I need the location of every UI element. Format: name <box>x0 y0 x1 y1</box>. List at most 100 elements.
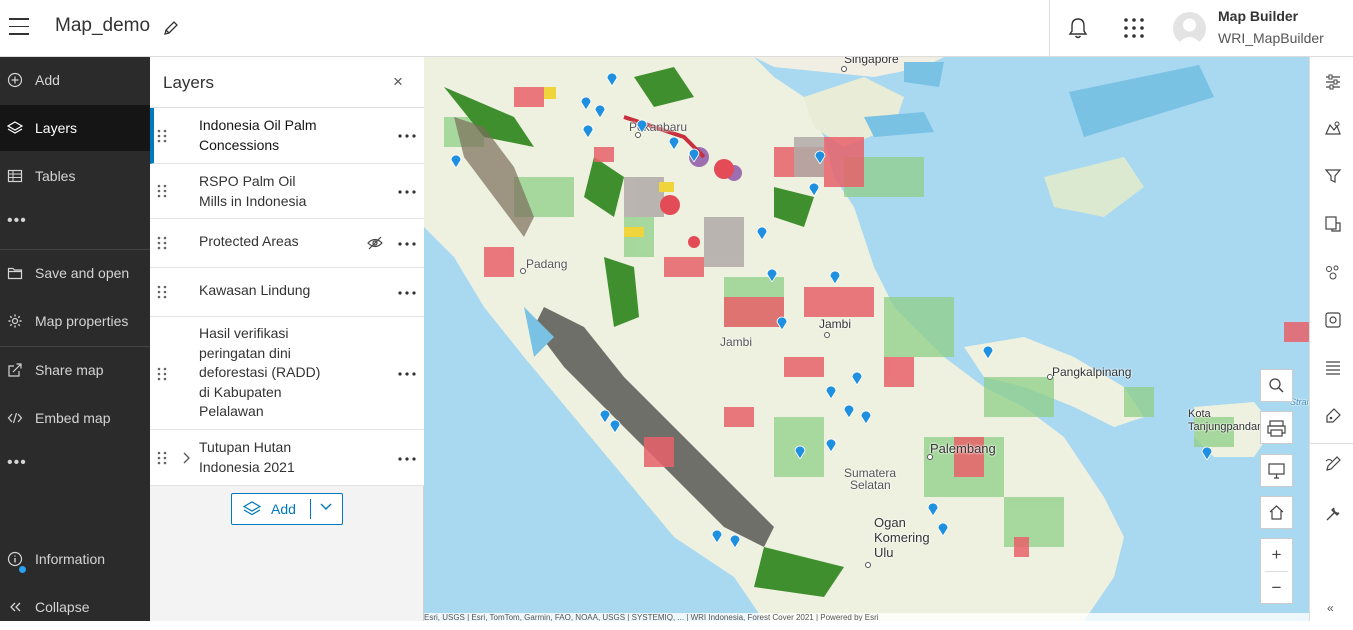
layer-row[interactable]: Indonesia Oil Palm Concessions <box>150 108 424 164</box>
chevron-down-icon[interactable] <box>320 503 332 511</box>
map-pin-icon[interactable] <box>711 528 723 543</box>
collapse-toolbar-button[interactable]: « <box>1327 601 1334 615</box>
layer-name-line: Hasil verifikasi <box>199 325 289 341</box>
map-pin-icon[interactable] <box>729 533 741 548</box>
map-pin-icon[interactable] <box>450 153 462 168</box>
map-pin-icon[interactable] <box>594 103 606 118</box>
nav-share-map[interactable]: Share map <box>0 347 150 393</box>
sketch-icon[interactable] <box>1324 455 1342 473</box>
map-pin-icon[interactable] <box>825 437 837 452</box>
drag-handle-icon[interactable] <box>157 129 167 143</box>
layer-name: RSPO Palm Oil Mills in Indonesia <box>199 172 306 211</box>
map-label-ogan: Ogan <box>874 515 906 530</box>
nav-map-properties[interactable]: Map properties <box>0 298 150 344</box>
zoom-out-button[interactable]: − <box>1261 572 1292 603</box>
filter-icon[interactable] <box>1324 167 1342 185</box>
add-layer-button[interactable]: Add <box>231 493 343 525</box>
visibility-off-icon[interactable] <box>367 236 383 250</box>
more-options-icon[interactable] <box>398 190 416 194</box>
clustering-icon[interactable] <box>1324 311 1342 329</box>
home-button[interactable] <box>1260 496 1293 529</box>
drag-handle-icon[interactable] <box>157 236 167 250</box>
more-options-icon[interactable] <box>398 242 416 246</box>
map-pin-icon[interactable] <box>808 181 820 196</box>
nav-layers[interactable]: Layers <box>0 105 150 151</box>
left-nav: Add Layers Tables ••• Save and open Map … <box>0 57 150 621</box>
nav-tables[interactable]: Tables <box>0 153 150 199</box>
map-print-button[interactable] <box>1260 411 1293 444</box>
map-pin-icon[interactable] <box>825 384 837 399</box>
map-pin-icon[interactable] <box>580 95 592 110</box>
map-pin-icon[interactable] <box>843 403 855 418</box>
effects-icon[interactable] <box>1324 215 1342 233</box>
nav-information[interactable]: Information <box>0 536 150 582</box>
nav-layers-label: Layers <box>35 120 78 136</box>
nav-collapse[interactable]: Collapse <box>0 584 150 630</box>
zoom-controls: + − <box>1260 538 1293 604</box>
drag-handle-icon[interactable] <box>157 367 167 381</box>
map-pin-icon[interactable] <box>927 501 939 516</box>
map-pin-icon[interactable] <box>814 149 826 164</box>
close-icon[interactable]: × <box>393 72 403 92</box>
map-view[interactable]: Singapore Pekanbaru Padang Jambi Jambi P… <box>424 57 1309 621</box>
map-pin-icon[interactable] <box>982 344 994 359</box>
more-options-icon[interactable] <box>398 134 416 138</box>
user-name[interactable]: WRI_MapBuilder <box>1218 30 1324 46</box>
map-pin-icon[interactable] <box>794 444 806 459</box>
layer-name-line: Protected Areas <box>199 233 299 249</box>
user-display-name[interactable]: Map Builder <box>1218 8 1298 24</box>
map-pin-icon[interactable] <box>851 370 863 385</box>
nav-overflow-1[interactable]: ••• <box>7 212 27 230</box>
more-options-icon[interactable] <box>398 291 416 295</box>
app-grid-icon[interactable] <box>1123 17 1145 44</box>
map-pin-icon[interactable] <box>606 71 618 86</box>
fullscreen-button[interactable] <box>1260 454 1293 487</box>
pencil-icon[interactable] <box>163 20 179 41</box>
gear-icon <box>8 314 22 328</box>
nav-tables-label: Tables <box>35 168 76 184</box>
nav-overflow-2[interactable]: ••• <box>7 454 27 472</box>
labels-icon[interactable] <box>1324 359 1342 377</box>
map-pin-icon[interactable] <box>1201 445 1213 460</box>
more-options-icon[interactable] <box>398 372 416 376</box>
nav-save-open[interactable]: Save and open <box>0 250 150 296</box>
aggregation-icon[interactable] <box>1324 263 1342 281</box>
map-pin-icon[interactable] <box>829 269 841 284</box>
map-pin-icon[interactable] <box>688 147 700 162</box>
map-pin-icon[interactable] <box>860 409 872 424</box>
map-pin-icon[interactable] <box>582 123 594 138</box>
styles-icon[interactable] <box>1324 120 1342 138</box>
map-attribution[interactable]: Esri, USGS | Esri, TomTom, Garmin, FAO, … <box>424 613 1309 621</box>
nav-add[interactable]: Add <box>0 57 150 103</box>
map-pin-icon[interactable] <box>776 315 788 330</box>
map-pin-icon[interactable] <box>636 118 648 133</box>
chevron-right-icon[interactable] <box>182 452 190 464</box>
map-pin-icon[interactable] <box>668 135 680 150</box>
layer-row[interactable]: Protected Areas <box>150 219 424 268</box>
layer-name: Tutupan Hutan Indonesia 2021 <box>199 438 295 477</box>
hamburger-icon[interactable] <box>9 18 29 36</box>
map-pin-icon[interactable] <box>766 267 778 282</box>
measure-icon[interactable] <box>1324 505 1342 523</box>
zoom-in-button[interactable]: + <box>1261 539 1292 570</box>
more-options-icon[interactable] <box>398 457 416 461</box>
layer-row[interactable]: Hasil verifikasi peringatan dini defores… <box>150 317 424 430</box>
map-pin-icon[interactable] <box>756 225 768 240</box>
properties-icon[interactable] <box>1324 73 1342 91</box>
configure-pop-ups-icon[interactable] <box>1324 407 1342 425</box>
layer-row[interactable]: RSPO Palm Oil Mills in Indonesia <box>150 164 424 219</box>
nav-embed-map[interactable]: Embed map <box>0 395 150 441</box>
layer-name-line: di Kabupaten <box>199 383 282 400</box>
drag-handle-icon[interactable] <box>157 184 167 198</box>
avatar[interactable] <box>1173 12 1206 45</box>
layer-row[interactable]: Kawasan Lindung <box>150 268 424 317</box>
bell-icon[interactable] <box>1067 16 1089 45</box>
map-pin-icon[interactable] <box>609 418 621 433</box>
drag-handle-icon[interactable] <box>157 451 167 465</box>
map-label-tanjungpandan: Tanjungpandan <box>1188 421 1264 433</box>
map-search-button[interactable] <box>1260 369 1293 402</box>
layer-row[interactable]: Tutupan Hutan Indonesia 2021 <box>150 430 424 486</box>
drag-handle-icon[interactable] <box>157 285 167 299</box>
settings-toolbar: « <box>1309 57 1353 621</box>
map-pin-icon[interactable] <box>937 521 949 536</box>
